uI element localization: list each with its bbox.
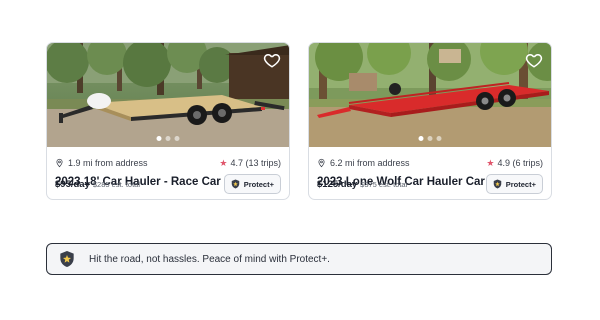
location-pin-icon [318, 158, 325, 168]
shield-icon [493, 179, 502, 189]
distance-text: 6.2 mi from address [330, 158, 410, 168]
location-pin-icon [56, 158, 63, 168]
rating: ★ 4.9 (6 trips) [486, 158, 543, 168]
listing-photo[interactable] [309, 43, 551, 147]
price-per-day: $125/day [317, 178, 358, 190]
protect-plus-label: Protect+ [243, 179, 274, 189]
photo-carousel-dots [156, 136, 180, 141]
trailer-photo-red [309, 43, 551, 147]
carousel-dot[interactable] [165, 136, 171, 141]
banner-text: Hit the road, not hassles. Peace of mind… [89, 253, 330, 265]
page: 1.9 mi from address ★ 4.7 (13 trips) 202… [0, 0, 600, 320]
shield-icon [231, 179, 240, 189]
distance: 6.2 mi from address [317, 158, 410, 168]
listing-cards: 1.9 mi from address ★ 4.7 (13 trips) 202… [46, 42, 552, 200]
distance: 1.9 mi from address [55, 158, 148, 168]
carousel-dot[interactable] [156, 136, 162, 141]
est-total: $285 est. total [92, 179, 140, 189]
price: $125/day $375 est. total [317, 179, 407, 190]
price: $95/day $285 est. total [55, 179, 140, 190]
listing-photo[interactable] [47, 43, 289, 147]
protect-plus-button[interactable]: Protect+ [485, 174, 543, 194]
carousel-dot[interactable] [427, 136, 433, 141]
distance-text: 1.9 mi from address [68, 158, 148, 168]
price-per-day: $95/day [55, 178, 90, 190]
rating-text: 4.9 (6 trips) [497, 158, 543, 168]
listing-footer: $125/day $375 est. total Protect+ [317, 174, 543, 194]
listing-meta: 6.2 mi from address ★ 4.9 (6 trips) [317, 156, 543, 170]
listing-card[interactable]: 1.9 mi from address ★ 4.7 (13 trips) 202… [46, 42, 290, 200]
star-icon: ★ [486, 157, 495, 168]
rating: ★ 4.7 (13 trips) [219, 158, 281, 168]
carousel-dot[interactable] [174, 136, 180, 141]
listing-card[interactable]: 6.2 mi from address ★ 4.9 (6 trips) 2023… [308, 42, 552, 200]
shield-icon [60, 251, 74, 267]
heart-outline-icon[interactable] [525, 51, 543, 69]
photo-carousel-dots [418, 136, 442, 141]
rating-text: 4.7 (13 trips) [230, 158, 281, 168]
listing-footer: $95/day $285 est. total Protect+ [55, 174, 281, 194]
protect-plus-button[interactable]: Protect+ [223, 174, 281, 194]
protect-plus-banner[interactable]: Hit the road, not hassles. Peace of mind… [46, 243, 552, 275]
carousel-dot[interactable] [418, 136, 424, 141]
listing-meta: 1.9 mi from address ★ 4.7 (13 trips) [55, 156, 281, 170]
carousel-dot[interactable] [436, 136, 442, 141]
trailer-photo-black [47, 43, 289, 147]
star-icon: ★ [219, 157, 228, 168]
est-total: $375 est. total [360, 179, 408, 189]
protect-plus-label: Protect+ [505, 179, 536, 189]
heart-outline-icon[interactable] [263, 51, 281, 69]
